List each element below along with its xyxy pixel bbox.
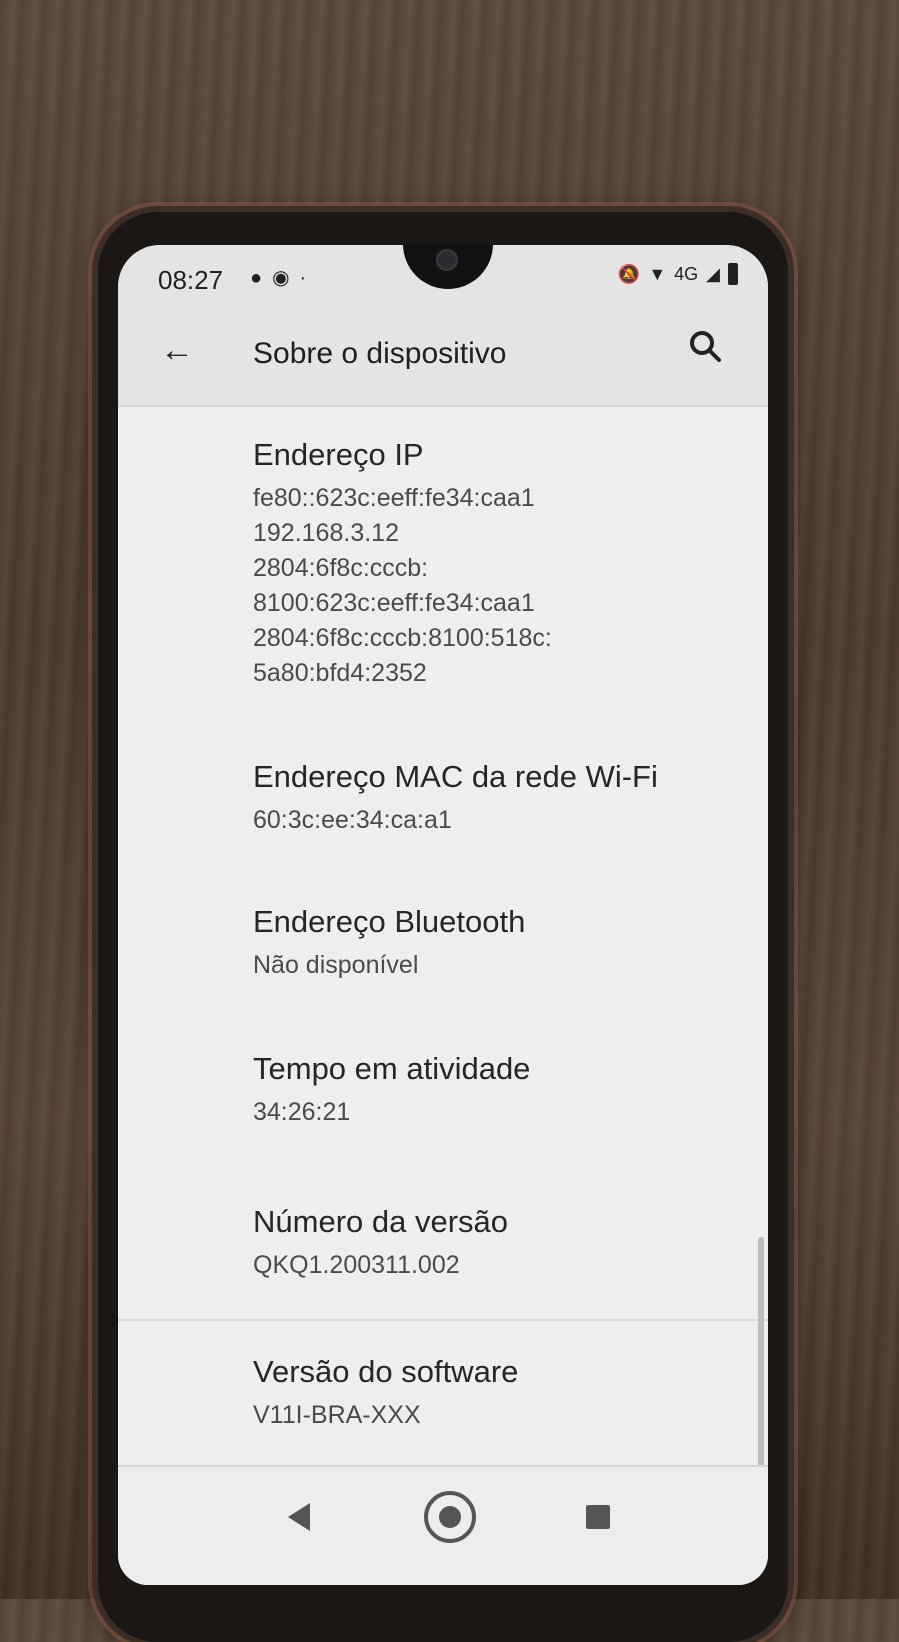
item-value: 34:26:21 [253,1098,351,1126]
nav-back-icon[interactable] [288,1503,310,1531]
back-arrow-icon[interactable]: ← [160,331,194,370]
settings-list: Endereço IP fe80::623c:eeff:fe34:caa1 19… [118,407,768,1585]
mute-icon: 🔕 [617,263,641,284]
ip-line: 5a80:bfd4:2352 [253,659,427,687]
wifi-icon: ▼ [648,263,667,284]
phone-screen: 08:27 ●◉· 🔕 ▼ 4G ◢ ← Sobre o dispositivo… [118,245,768,1585]
front-camera [436,249,458,271]
list-item-uptime[interactable]: Tempo em atividade 34:26:21 [253,1049,530,1130]
section-divider [118,1319,768,1321]
item-value: 60:3c:ee:34:ca:a1 [253,806,452,834]
nav-recents-icon[interactable] [586,1505,610,1529]
ip-line: fe80::623c:eeff:fe34:caa1 [253,484,535,512]
network-type-label: 4G [674,263,699,284]
notification-icons: ●◉· [250,265,316,290]
message-notification-icon: ● [250,267,273,289]
list-item-bluetooth-address[interactable]: Endereço Bluetooth Não disponível [253,902,525,983]
list-item-ip-address[interactable]: Endereço IP fe80::623c:eeff:fe34:caa1 19… [253,435,552,691]
list-item-build-number[interactable]: Número da versão QKQ1.200311.002 [253,1202,508,1283]
item-title: Endereço MAC da rede Wi-Fi [253,759,658,794]
signal-icon: ◢ [706,263,720,284]
page-title: Sobre o dispositivo [253,337,507,370]
app-notification-icon: ◉ [272,267,300,289]
list-item-wifi-mac[interactable]: Endereço MAC da rede Wi-Fi 60:3c:ee:34:c… [253,757,658,838]
navigation-bar [118,1465,768,1585]
item-value: fe80::623c:eeff:fe34:caa1 192.168.3.12 2… [253,481,552,691]
item-value: V11I-BRA-XXX [253,1401,421,1429]
ip-line: 2804:6f8c:cccb: [253,554,429,582]
list-item-software-version[interactable]: Versão do software V11I-BRA-XXX [253,1352,518,1433]
item-title: Endereço Bluetooth [253,904,526,939]
item-title: Tempo em atividade [253,1051,531,1086]
status-icons: 🔕 ▼ 4G ◢ [618,263,738,285]
item-value: Não disponível [253,951,419,979]
battery-icon [728,263,738,285]
ip-line: 2804:6f8c:cccb:8100:518c: [253,624,552,652]
ip-line: 192.168.3.12 [253,519,399,547]
item-title: Endereço IP [253,437,424,472]
status-time: 08:27 [158,265,224,295]
app-bar: ← Sobre o dispositivo [118,315,768,405]
item-title: Número da versão [253,1204,509,1239]
item-title: Versão do software [253,1354,519,1389]
nav-home-icon[interactable] [424,1491,476,1543]
ip-line: 8100:623c:eeff:fe34:caa1 [253,589,535,617]
item-value: QKQ1.200311.002 [253,1251,460,1279]
more-notifications-icon: · [299,267,317,289]
search-icon[interactable] [686,327,726,372]
